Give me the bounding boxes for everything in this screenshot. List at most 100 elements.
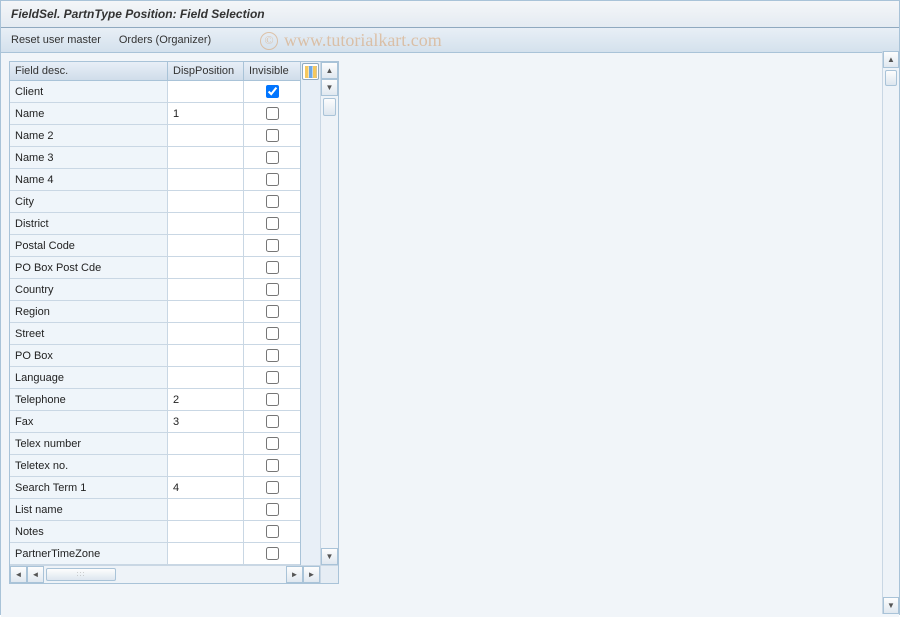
invisible-checkbox[interactable] (266, 393, 279, 406)
table-row[interactable]: PartnerTimeZone (10, 543, 300, 565)
col-header-invisible[interactable]: Invisible (244, 62, 300, 80)
cell-invisible (244, 411, 300, 432)
cell-disp-position[interactable] (168, 213, 244, 234)
cell-disp-position[interactable] (168, 521, 244, 542)
col-header-disp[interactable]: DispPosition (168, 62, 244, 80)
hscroll-track[interactable]: ::: (44, 566, 286, 583)
table-row[interactable]: Search Term 14 (10, 477, 300, 499)
cell-field-desc: Notes (10, 521, 168, 542)
cell-disp-position[interactable] (168, 433, 244, 454)
table-row[interactable]: Notes (10, 521, 300, 543)
invisible-checkbox[interactable] (266, 371, 279, 384)
invisible-checkbox[interactable] (266, 151, 279, 164)
table-settings-button[interactable] (302, 63, 319, 80)
page-scroll-thumb[interactable] (885, 70, 897, 86)
table-settings-icon (305, 66, 317, 78)
cell-disp-position[interactable] (168, 367, 244, 388)
table-row[interactable]: Language (10, 367, 300, 389)
invisible-checkbox[interactable] (266, 437, 279, 450)
table-row[interactable]: Country (10, 279, 300, 301)
scroll-left-icon[interactable]: ◄ (27, 566, 44, 583)
table-row[interactable]: Postal Code (10, 235, 300, 257)
cell-disp-position[interactable] (168, 323, 244, 344)
table-row[interactable]: District (10, 213, 300, 235)
page-vertical-scrollbar[interactable]: ▲ ▼ (882, 51, 899, 614)
cell-disp-position[interactable] (168, 125, 244, 146)
table-row[interactable]: Region (10, 301, 300, 323)
cell-disp-position[interactable] (168, 455, 244, 476)
invisible-checkbox[interactable] (266, 195, 279, 208)
cell-disp-position[interactable] (168, 543, 244, 564)
invisible-checkbox[interactable] (266, 261, 279, 274)
invisible-checkbox[interactable] (266, 85, 279, 98)
cell-disp-position[interactable] (168, 257, 244, 278)
hscroll-thumb[interactable]: ::: (46, 568, 116, 581)
scroll-right-last-icon[interactable]: ► (303, 566, 320, 583)
scroll-thumb[interactable] (323, 98, 336, 116)
invisible-checkbox[interactable] (266, 173, 279, 186)
cell-disp-position[interactable] (168, 169, 244, 190)
cell-disp-position[interactable]: 2 (168, 389, 244, 410)
scroll-corner (320, 566, 338, 583)
table-row[interactable]: Telex number (10, 433, 300, 455)
table-row[interactable]: List name (10, 499, 300, 521)
table-button-column (300, 62, 320, 565)
table-row[interactable]: Name 4 (10, 169, 300, 191)
cell-field-desc: Name 3 (10, 147, 168, 168)
invisible-checkbox[interactable] (266, 107, 279, 120)
table-row[interactable]: Name 2 (10, 125, 300, 147)
invisible-checkbox[interactable] (266, 239, 279, 252)
table-row[interactable]: PO Box Post Cde (10, 257, 300, 279)
cell-disp-position[interactable] (168, 235, 244, 256)
table-row[interactable]: Name 3 (10, 147, 300, 169)
cell-disp-position[interactable]: 4 (168, 477, 244, 498)
invisible-checkbox[interactable] (266, 129, 279, 142)
cell-disp-position[interactable] (168, 81, 244, 102)
cell-invisible (244, 345, 300, 366)
reset-user-master-button[interactable]: Reset user master (11, 34, 101, 46)
invisible-checkbox[interactable] (266, 283, 279, 296)
orders-organizer-button[interactable]: Orders (Organizer) (119, 34, 211, 46)
table-row[interactable]: Street (10, 323, 300, 345)
table-row[interactable]: Client (10, 81, 300, 103)
invisible-checkbox[interactable] (266, 459, 279, 472)
cell-disp-position[interactable] (168, 499, 244, 520)
page-scroll-up-icon[interactable]: ▲ (883, 51, 899, 68)
invisible-checkbox[interactable] (266, 415, 279, 428)
table-row[interactable]: Fax3 (10, 411, 300, 433)
scroll-left-first-icon[interactable]: ◄ (10, 566, 27, 583)
scroll-down-step-icon[interactable]: ▼ (321, 79, 338, 96)
invisible-checkbox[interactable] (266, 305, 279, 318)
invisible-checkbox[interactable] (266, 525, 279, 538)
invisible-checkbox[interactable] (266, 217, 279, 230)
invisible-checkbox[interactable] (266, 327, 279, 340)
table-row[interactable]: PO Box (10, 345, 300, 367)
cell-disp-position[interactable] (168, 191, 244, 212)
cell-field-desc: Telephone (10, 389, 168, 410)
invisible-checkbox[interactable] (266, 503, 279, 516)
page-scroll-down-icon[interactable]: ▼ (883, 597, 899, 614)
scroll-down-icon[interactable]: ▼ (321, 548, 338, 565)
invisible-checkbox[interactable] (266, 349, 279, 362)
table-vertical-scrollbar[interactable]: ▲ ▼ ▼ (320, 62, 338, 565)
invisible-checkbox[interactable] (266, 547, 279, 560)
cell-disp-position[interactable]: 3 (168, 411, 244, 432)
page-scroll-track[interactable] (883, 68, 899, 597)
cell-disp-position[interactable] (168, 301, 244, 322)
cell-disp-position[interactable] (168, 279, 244, 300)
scroll-up-icon[interactable]: ▲ (321, 62, 338, 79)
cell-invisible (244, 389, 300, 410)
scroll-track[interactable] (321, 96, 338, 548)
cell-disp-position[interactable] (168, 147, 244, 168)
table-row[interactable]: Name1 (10, 103, 300, 125)
cell-disp-position[interactable] (168, 345, 244, 366)
cell-disp-position[interactable]: 1 (168, 103, 244, 124)
invisible-checkbox[interactable] (266, 481, 279, 494)
col-header-field[interactable]: Field desc. (10, 62, 168, 80)
table-row[interactable]: Teletex no. (10, 455, 300, 477)
table-row[interactable]: Telephone2 (10, 389, 300, 411)
table-row[interactable]: City (10, 191, 300, 213)
table-horizontal-scrollbar[interactable]: ◄ ◄ ::: ► ► (10, 565, 338, 583)
page-title: FieldSel. PartnType Position: Field Sele… (11, 7, 265, 21)
scroll-right-icon[interactable]: ► (286, 566, 303, 583)
